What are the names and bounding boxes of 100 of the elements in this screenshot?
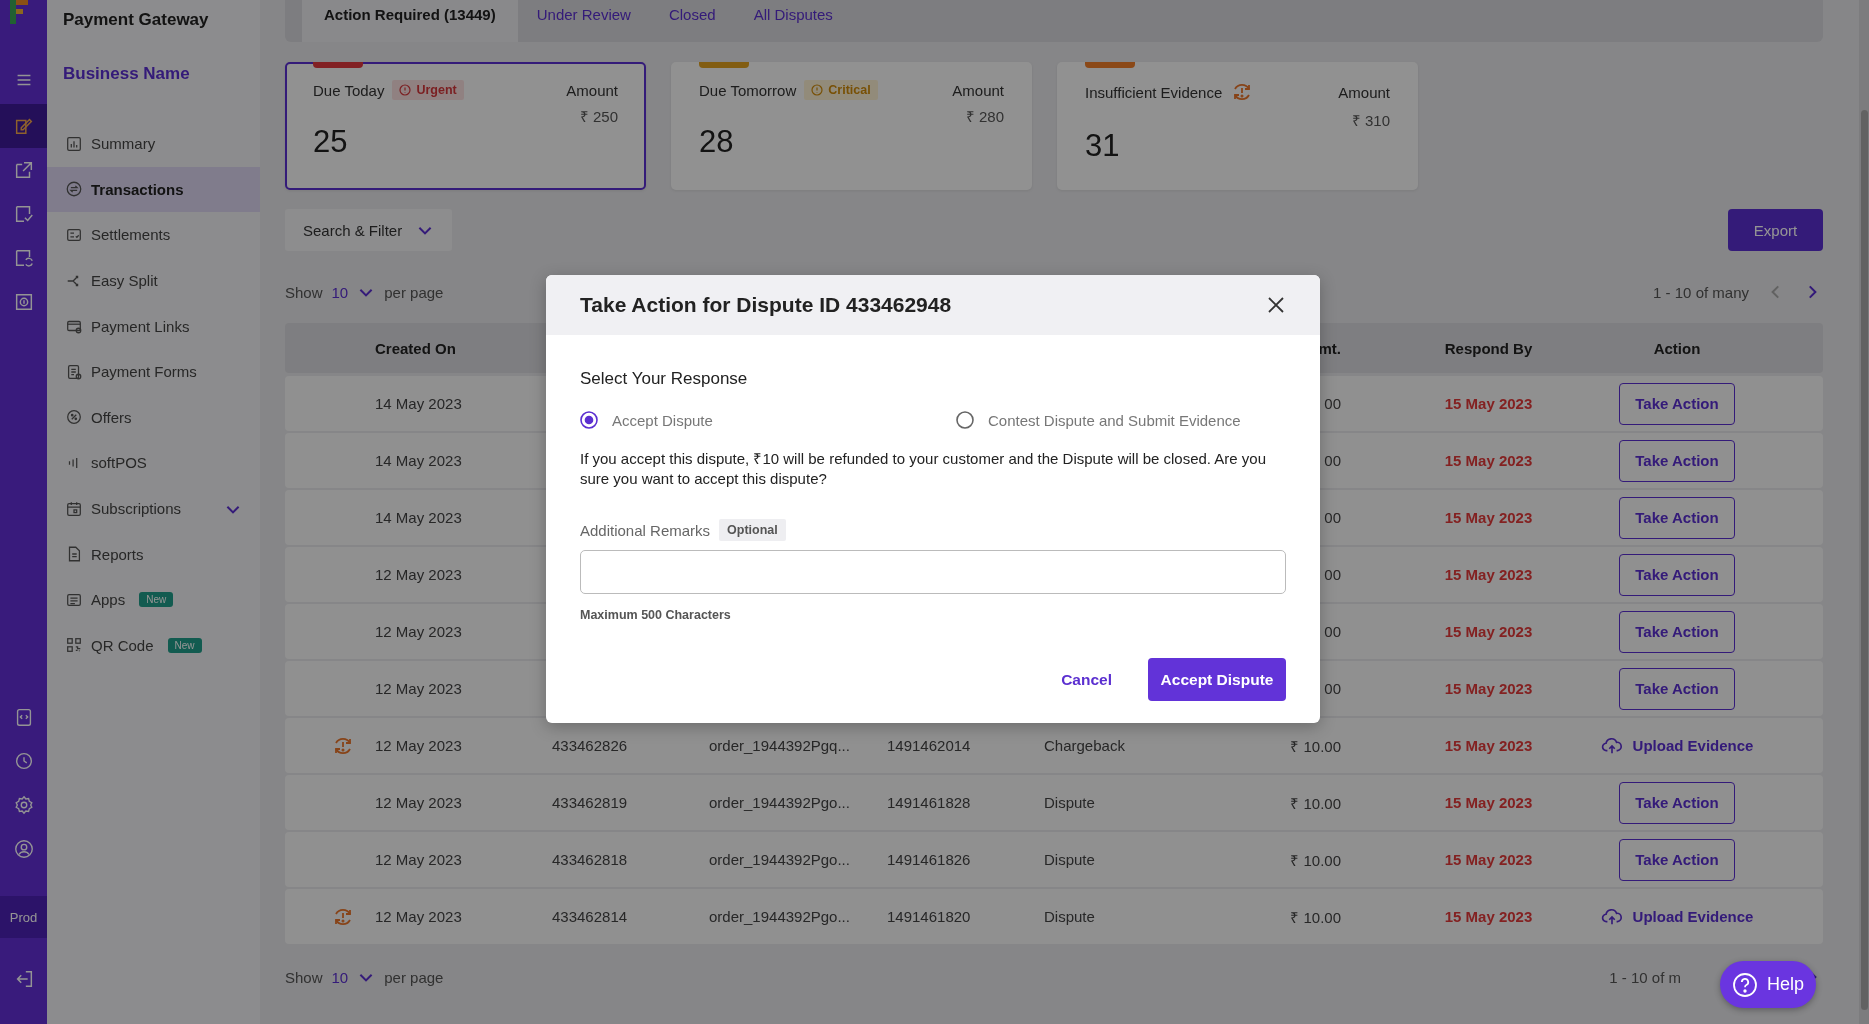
take-action-button[interactable]: Take Action	[1619, 667, 1735, 710]
page-range: 1 - 10 of m	[1609, 968, 1681, 986]
respond-by-date: 15 May 2023	[1444, 395, 1533, 412]
respond-by-date: 15 May 2023	[1444, 566, 1533, 583]
scrollbar[interactable]	[1861, 110, 1868, 1010]
tab[interactable]: Closed	[649, 0, 735, 28]
sidebar-item[interactable]: Payment Forms	[47, 348, 260, 395]
table-cell: 00	[1324, 623, 1341, 640]
table-cell-text: ₹ 10.00	[1290, 907, 1341, 927]
table-cell-text: Dispute	[1043, 851, 1096, 868]
form-icon	[65, 362, 83, 381]
radio-button[interactable]	[956, 411, 974, 429]
upload-evidence-link[interactable]: Upload Evidence	[1600, 905, 1754, 928]
sidebar-item[interactable]: Subscriptions	[47, 485, 260, 532]
table-cell-text: 14 May 2023	[374, 509, 463, 526]
remarks-input-field[interactable]	[580, 550, 1286, 594]
sidebar-item[interactable]: Payment Links	[47, 303, 260, 349]
per-page-label: per page	[384, 968, 444, 986]
respond-by-date: 15 May 2023	[1444, 452, 1533, 469]
card-label: Insufficient Evidence	[1085, 83, 1223, 101]
business-name[interactable]: Business Name	[47, 38, 260, 104]
table-cell-text: 433462819	[551, 794, 629, 811]
status-badge: Critical	[804, 80, 878, 100]
question-icon	[1732, 971, 1758, 998]
sidebar-item[interactable]: Reports	[47, 531, 260, 577]
table-cell-text: 12 May 2023	[374, 851, 463, 868]
per-page-label: per page	[384, 283, 444, 301]
card-amount: ₹ 280	[965, 107, 1004, 126]
close-icon[interactable]	[1266, 295, 1286, 315]
dialog-title: Take Action for Dispute ID 433462948	[580, 293, 952, 317]
settings-icon[interactable]	[12, 794, 35, 816]
sidebar-item[interactable]: Apps New	[47, 576, 260, 623]
radio-option[interactable]: Contest Dispute and Submit Evidence	[956, 411, 1286, 429]
radio-button[interactable]	[580, 411, 598, 429]
sidebar-item[interactable]: QR Code New	[47, 622, 260, 669]
amount-label: Amount	[1338, 83, 1390, 101]
table-cell-text: 433462818	[551, 851, 629, 868]
optional-tag: Optional	[719, 519, 786, 541]
percent-icon	[65, 408, 83, 427]
table-cell-text: 12 May 2023	[374, 908, 463, 925]
new-badge: New	[139, 592, 174, 608]
take-action-button[interactable]: Take Action	[1619, 382, 1735, 425]
summary-card[interactable]: Due Tomorrow Critical Amount ₹ 280 28	[671, 62, 1032, 190]
take-action-button[interactable]: Take Action	[1619, 496, 1735, 539]
export-button[interactable]: Export	[1728, 209, 1823, 251]
take-action-button[interactable]: Take Action	[1619, 838, 1735, 881]
show-label: Show	[285, 283, 323, 301]
take-action-button[interactable]: Take Action	[1619, 553, 1735, 596]
summary-card[interactable]: Insufficient Evidence Amount ₹ 310 31	[1057, 62, 1418, 190]
table-cell-text: order_1944392Pgo...	[708, 794, 851, 811]
tab[interactable]: Under Review	[517, 0, 650, 28]
page-size-value[interactable]: 10	[331, 968, 349, 986]
take-action-button[interactable]: Take Action	[1619, 781, 1735, 824]
rail-item[interactable]	[0, 104, 47, 148]
arrows-icon	[65, 180, 83, 199]
search-filter-button[interactable]: Search & Filter	[285, 209, 453, 251]
status-badge: Urgent	[392, 80, 464, 100]
card-label: Due Today	[313, 81, 385, 99]
table-cell-text: 12 May 2023	[374, 680, 463, 697]
table-cell-text: 12 May 2023	[374, 737, 463, 754]
help-button[interactable]: Help	[1720, 961, 1816, 1008]
radio-option[interactable]: Accept Dispute	[580, 411, 956, 429]
accept-dispute-button[interactable]: Accept Dispute	[1148, 658, 1286, 701]
dialog-message: If you accept this dispute, ₹10 will be refunded to your customer and the Dispute will be closed. Are you sure you want to accept this dispute?	[580, 449, 1268, 489]
table-cell-text: 14 May 2023	[374, 395, 463, 412]
sidebar-item[interactable]: Summary	[47, 121, 260, 167]
take-action-button[interactable]: Take Action	[1619, 439, 1735, 482]
table-cell-text: order_1944392Pgo...	[708, 908, 851, 925]
amount-label: Amount	[566, 81, 618, 99]
cancel-button[interactable]: Cancel	[1061, 670, 1112, 689]
tab[interactable]: All Disputes	[734, 0, 852, 28]
table-cell-text: order_1944392Pgo...	[708, 851, 851, 868]
sidebar-item[interactable]: Settlements	[47, 212, 260, 258]
user-icon[interactable]	[12, 838, 35, 860]
summary-card[interactable]: Due Today Urgent Amount ₹ 250 25	[285, 62, 646, 190]
field-hint: Maximum 500 Characters	[580, 608, 732, 622]
take-action-button[interactable]: Take Action	[1619, 610, 1735, 653]
table-cell-text: ₹ 10.00	[1290, 793, 1341, 813]
table-cell-text: Dispute	[1043, 908, 1096, 925]
respond-by-date: 15 May 2023	[1444, 851, 1533, 868]
page-range: 1 - 10 of many	[1653, 283, 1749, 301]
page-size-value[interactable]: 10	[331, 283, 349, 301]
sidebar-item[interactable]: Transactions	[47, 166, 260, 213]
card-count: 25	[313, 124, 349, 160]
sidebar-item[interactable]: softPOS	[47, 440, 260, 486]
card-label: Due Tomorrow	[699, 81, 797, 99]
table-cell-text: order_1944392Pgq...	[708, 737, 851, 754]
card-count: 31	[1085, 128, 1121, 164]
respond-by-date: 15 May 2023	[1444, 908, 1533, 925]
sidebar-item[interactable]: Easy Split	[47, 257, 260, 304]
upload-evidence-link[interactable]: Upload Evidence	[1600, 734, 1754, 757]
table-cell-text: 12 May 2023	[374, 623, 463, 640]
respond-by-date: 15 May 2023	[1444, 794, 1533, 811]
column-header: Created On	[374, 339, 457, 357]
new-badge: New	[167, 637, 202, 653]
sidebar-item[interactable]: Offers	[47, 394, 260, 441]
calendar-icon	[65, 499, 83, 518]
tab[interactable]: Action Required (13449)	[302, 0, 518, 42]
card-amount: ₹ 310	[1351, 111, 1390, 130]
field-label: Additional Remarks	[580, 521, 711, 539]
